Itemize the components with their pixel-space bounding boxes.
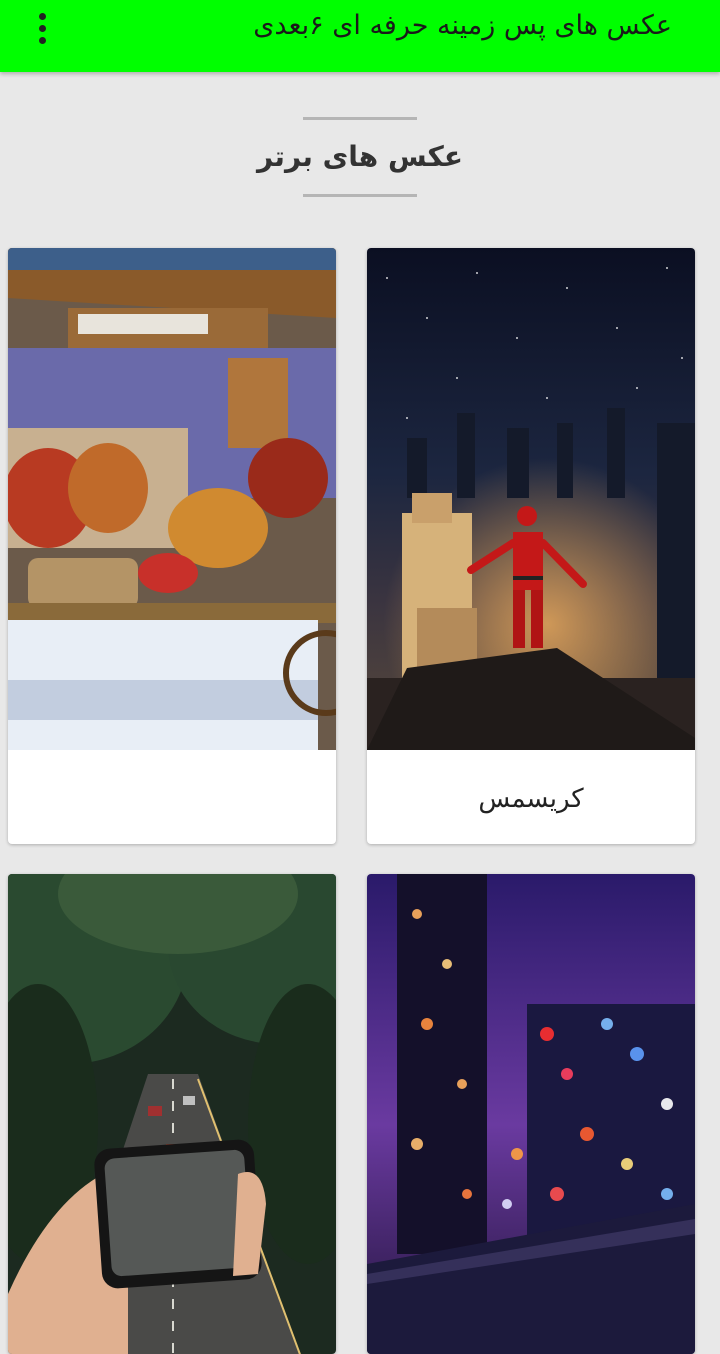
santa-city-image[interactable] [367, 248, 695, 750]
forest-road-image[interactable] [8, 874, 336, 1354]
wallpaper-card-christmas[interactable]: کریسمس [367, 248, 695, 844]
app-title: عکس های پس زمینه حرفه ای ۶بعدی [253, 10, 672, 41]
city-lights-image[interactable] [367, 874, 695, 1354]
wallpaper-card-city-lights[interactable] [367, 874, 695, 1354]
card-label: کریسمس [478, 784, 584, 814]
more-vert-icon[interactable] [26, 8, 58, 48]
section-header: عکس های برتر [0, 110, 720, 210]
wallpaper-card-market[interactable] [8, 248, 336, 844]
app-bar: عکس های پس زمینه حرفه ای ۶بعدی [0, 0, 720, 72]
divider-top [303, 117, 417, 120]
section-title: عکس های برتر [257, 140, 463, 173]
wallpaper-card-forest-road[interactable] [8, 874, 336, 1354]
divider-bottom [303, 194, 417, 197]
market-stall-image[interactable] [8, 248, 336, 750]
